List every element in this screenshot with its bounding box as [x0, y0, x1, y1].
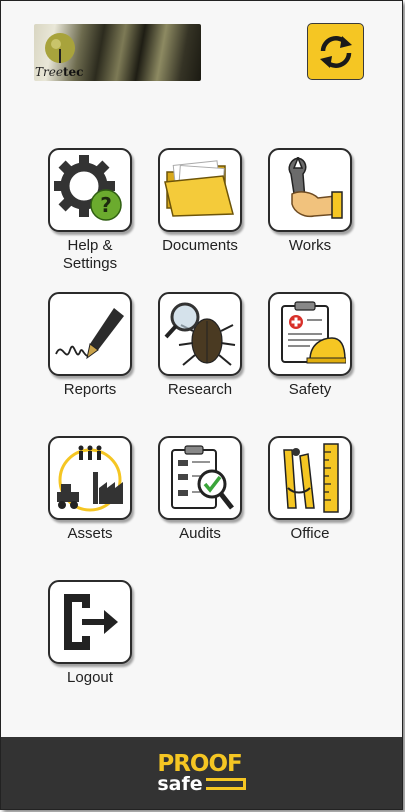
tile-icon-box[interactable]	[48, 436, 132, 520]
tile-assets[interactable]: Assets	[35, 436, 145, 543]
wrench-hand-icon	[288, 156, 343, 219]
tile-research[interactable]: Research	[145, 292, 255, 399]
factory-vehicles-icon	[57, 445, 123, 512]
tile-label: Documents	[162, 237, 238, 254]
tile-label: Logout	[67, 669, 113, 686]
tile-label: Research	[167, 381, 233, 398]
logo-text: Treetec	[35, 65, 84, 79]
beetle-magnifier-icon	[164, 302, 236, 366]
sync-icon	[319, 35, 352, 68]
tile-help-settings[interactable]: ? Help & Settings	[35, 148, 145, 273]
tile-label: Works	[288, 237, 332, 254]
tile-label: Safety	[288, 381, 332, 398]
tile-reports[interactable]: Reports	[35, 292, 145, 399]
tile-safety[interactable]: Safety	[255, 292, 365, 399]
brand-bracket-icon	[205, 778, 246, 790]
logout-door-icon	[64, 594, 118, 650]
checklist-magnifier-icon	[171, 445, 234, 510]
gear-question-icon: ?	[54, 155, 122, 221]
proofsafe-logo: PROOF safe	[157, 752, 246, 795]
app-screen: Treetec ? Help & Settings Documents Work…	[0, 0, 403, 810]
brand-bottom-text: safe	[157, 772, 203, 795]
footer-bar: PROOF safe	[1, 737, 402, 809]
clipboard-hardhat-icon	[281, 301, 346, 364]
folder-icon	[164, 160, 234, 217]
tile-icon-box[interactable]	[48, 292, 132, 376]
tile-label: Assets	[67, 525, 113, 542]
leaf-logo-icon	[45, 33, 75, 63]
tile-label: Office	[290, 525, 330, 542]
tile-icon-box[interactable]	[48, 580, 132, 664]
tile-icon-box[interactable]	[158, 436, 242, 520]
tile-logout[interactable]: Logout	[35, 580, 145, 687]
tile-icon-box[interactable]	[268, 148, 352, 232]
treetec-logo: Treetec	[34, 24, 201, 81]
tile-label: Reports	[63, 381, 117, 398]
tile-works[interactable]: Works	[255, 148, 365, 255]
tile-office[interactable]: Office	[255, 436, 365, 543]
tile-icon-box[interactable]	[158, 292, 242, 376]
tile-icon-box[interactable]	[158, 148, 242, 232]
tile-documents[interactable]: Documents	[145, 148, 255, 255]
svg-text:?: ?	[100, 193, 112, 217]
pen-signature-icon	[55, 308, 124, 360]
tile-label: Audits	[179, 525, 221, 542]
brand-bottom-row: safe	[157, 772, 246, 795]
tile-icon-box[interactable]: ?	[48, 148, 132, 232]
tile-label: Help & Settings	[62, 237, 118, 272]
tile-audits[interactable]: Audits	[145, 436, 255, 543]
tile-icon-box[interactable]	[268, 436, 352, 520]
sync-button[interactable]	[307, 23, 364, 80]
ruler-compass-icon	[283, 443, 339, 513]
tile-icon-box[interactable]	[268, 292, 352, 376]
